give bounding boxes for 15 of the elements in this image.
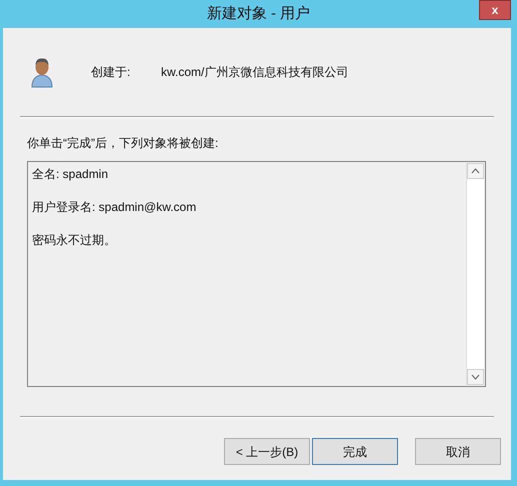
scroll-up-icon[interactable] xyxy=(467,163,484,179)
scroll-down-icon[interactable] xyxy=(467,369,484,385)
created-in-label: 创建于: xyxy=(91,64,132,81)
user-icon xyxy=(30,56,54,88)
summary-line: 全名: spadmin xyxy=(32,166,110,182)
dialog-button[interactable]: < 上一步(B) xyxy=(224,438,310,465)
scrollbar[interactable] xyxy=(466,163,484,385)
created-in-path: kw.com/广州京微信息科技有限公司 xyxy=(161,64,348,81)
window-title: 新建对象 - 用户 xyxy=(206,4,310,24)
dialog-button[interactable]: 取消 xyxy=(415,438,501,465)
close-button[interactable]: x xyxy=(479,0,511,20)
summary-line: 用户登录名: spadmin@kw.com xyxy=(32,199,198,215)
instruction-text: 你单击“完成”后，下列对象将被创建: xyxy=(27,135,220,152)
dialog-button[interactable]: 完成 xyxy=(312,438,398,465)
summary-line: 密码永不过期。 xyxy=(32,232,117,248)
